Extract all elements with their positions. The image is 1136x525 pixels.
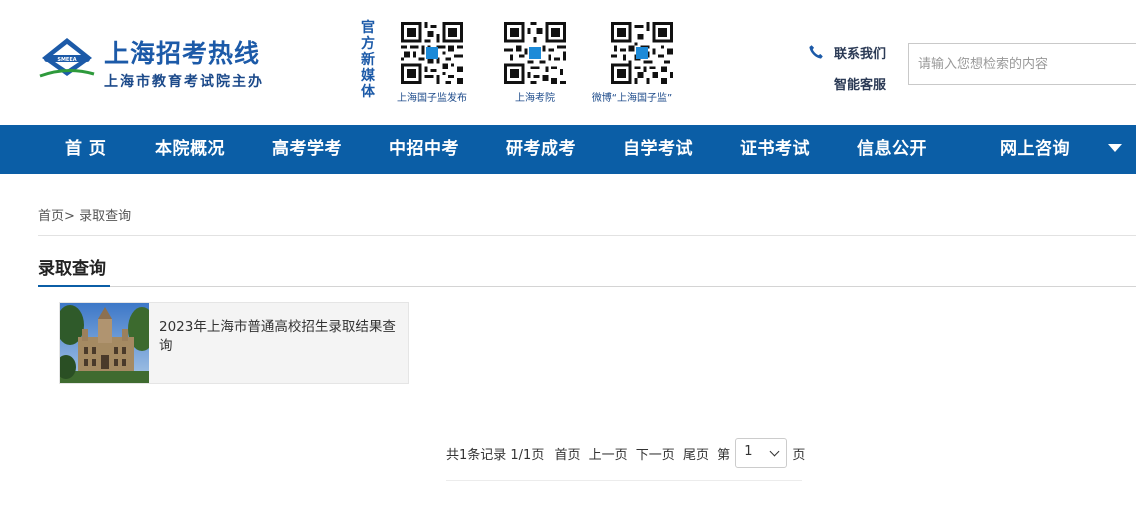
nav-item-self-study[interactable]: 自学考试 xyxy=(623,125,693,174)
page-select[interactable]: 1 xyxy=(735,438,788,468)
campus-thumbnail xyxy=(60,303,149,383)
media-label-char: 体 xyxy=(361,84,375,100)
media-label-char: 方 xyxy=(361,36,375,52)
qr-shanghai-kaoyuan: 上海考院 xyxy=(504,22,566,104)
pagination-first[interactable]: 首页 xyxy=(554,444,580,463)
pagination: 共1条记录 1/1页 首页 上一页 下一页 尾页 第 1 页 xyxy=(446,438,805,480)
pagination-prev[interactable]: 上一页 xyxy=(589,444,628,463)
breadcrumb: 首页> 录取查询 xyxy=(38,205,131,224)
breadcrumb-home[interactable]: 首页 xyxy=(38,209,64,224)
nav-item-certificate[interactable]: 证书考试 xyxy=(740,125,810,174)
pagination-page-suffix: 页 xyxy=(792,447,806,463)
pagination-last[interactable]: 尾页 xyxy=(683,444,709,463)
logo-emblem-icon: SMEEA xyxy=(39,38,95,78)
site-header: SMEEA 上海招考热线 上海市教育考试院主办 官 方 新 媒 体 上海国子监发… xyxy=(0,0,1136,125)
media-label-char: 新 xyxy=(361,52,375,68)
caret-down-icon[interactable] xyxy=(1108,144,1122,152)
logo-badge-text: SMEEA xyxy=(57,57,76,63)
breadcrumb-separator: > xyxy=(64,209,75,224)
page-title: 录取查询 xyxy=(38,259,106,279)
nav-item-about[interactable]: 本院概况 xyxy=(155,125,225,174)
nav-item-info-public[interactable]: 信息公开 xyxy=(857,125,927,174)
search-input[interactable] xyxy=(909,44,1136,84)
breadcrumb-divider xyxy=(38,235,1136,236)
site-logo[interactable]: SMEEA 上海招考热线 上海市教育考试院主办 xyxy=(38,30,278,100)
qr-caption: 微博“上海国子监” xyxy=(591,93,673,104)
pagination-summary: 共1条记录 1/1页 xyxy=(446,447,545,463)
nav-item-gaokao[interactable]: 高考学考 xyxy=(272,125,342,174)
nav-item-consult[interactable]: 网上咨询 xyxy=(1000,125,1070,174)
pagination-divider xyxy=(446,480,802,481)
logo-subtitle: 上海市教育考试院主办 xyxy=(104,74,264,90)
search-box xyxy=(908,43,1136,85)
qr-caption: 上海国子监发布 xyxy=(397,93,467,104)
logo-title: 上海招考热线 xyxy=(104,39,261,68)
smart-service-link[interactable]: 智能客服 xyxy=(834,74,886,93)
media-label-char: 官 xyxy=(361,20,375,36)
list-item[interactable]: 2023年上海市普通高校招生录取结果查询 xyxy=(59,302,409,384)
title-divider xyxy=(38,286,1136,287)
qr-code-icon xyxy=(611,22,673,84)
contact-area: 联系我们 智能客服 xyxy=(808,42,904,98)
nav-item-home[interactable]: 首 页 xyxy=(65,125,106,174)
breadcrumb-current: 录取查询 xyxy=(79,209,132,224)
qr-weibo-guozijian: 微博“上海国子监” xyxy=(591,22,673,104)
media-label-char: 媒 xyxy=(361,68,375,84)
nav-item-zhongkao[interactable]: 中招中考 xyxy=(389,125,459,174)
qr-guozijian-fabu: 上海国子监发布 xyxy=(397,22,467,104)
main-nav: 首 页 本院概况 高考学考 中招中考 研考成考 自学考试 证书考试 信息公开 网… xyxy=(0,125,1136,174)
chevron-down-icon xyxy=(769,446,780,457)
qr-code-icon xyxy=(504,22,566,84)
title-underline xyxy=(38,285,110,287)
page-select-value: 1 xyxy=(744,444,753,459)
pagination-next[interactable]: 下一页 xyxy=(636,444,675,463)
phone-icon xyxy=(809,45,823,59)
qr-caption: 上海考院 xyxy=(515,93,555,104)
pagination-page-prefix: 第 xyxy=(717,447,731,463)
qr-code-icon xyxy=(401,22,463,84)
nav-item-yankao[interactable]: 研考成考 xyxy=(506,125,576,174)
list-item-title: 2023年上海市普通高校招生录取结果查询 xyxy=(159,319,396,354)
official-media-label: 官 方 新 媒 体 xyxy=(358,20,378,100)
contact-us-link[interactable]: 联系我们 xyxy=(834,43,886,62)
